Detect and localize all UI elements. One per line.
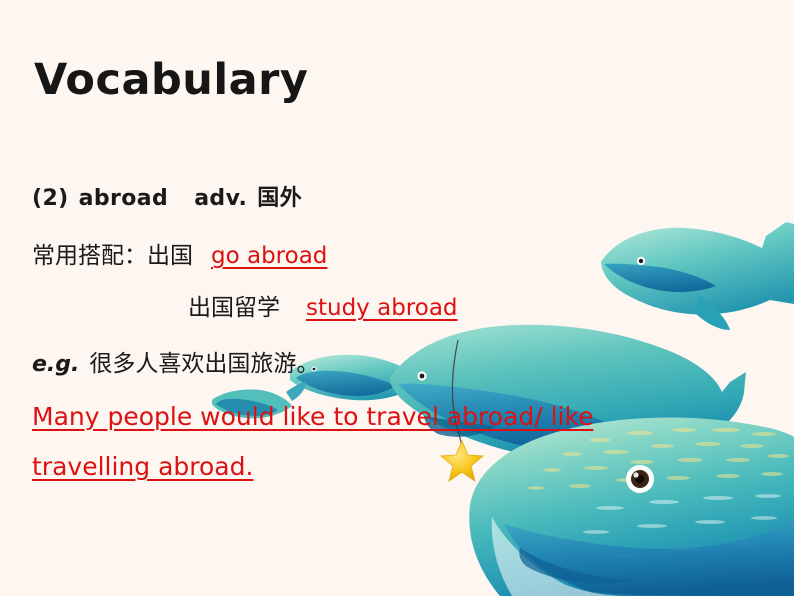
example-english-1: Many people would like to travel abroad/… xyxy=(32,402,594,431)
example-chinese: 很多人喜欢出国旅游。 xyxy=(89,351,320,377)
entry-pos: adv. xyxy=(194,186,248,211)
collocation-line-2: 出国留学 study abroad xyxy=(188,288,458,322)
entry-number: (2) xyxy=(32,186,69,211)
collocation-2-chinese: 出国留学 xyxy=(188,295,280,321)
collocation-1-chinese: 出国 xyxy=(147,243,193,269)
collocation-label: 常用搭配： xyxy=(32,243,147,269)
example-english-line-2: travelling abroad. xyxy=(32,452,253,481)
example-chinese-line: e.g. 很多人喜欢出国旅游。 xyxy=(32,344,319,378)
slide-text-layer: Vocabulary (2) abroad adv. 国外 常用搭配：出国 go abr… xyxy=(0,0,794,596)
page-title: Vocabulary xyxy=(34,55,309,105)
example-english-2: travelling abroad. xyxy=(32,452,254,481)
slide-canvas: Vocabulary (2) abroad adv. 国外 常用搭配：出国 go abr… xyxy=(0,0,794,596)
collocation-1-english: go abroad xyxy=(211,243,328,269)
entry-line: (2) abroad adv. 国外 xyxy=(32,180,302,212)
example-label: e.g. xyxy=(32,352,80,377)
collocation-line-1: 常用搭配：出国 go abroad xyxy=(32,236,327,270)
entry-word: abroad xyxy=(78,186,169,211)
collocation-2-english: study abroad xyxy=(306,295,458,321)
entry-gloss: 国外 xyxy=(257,186,303,211)
example-english-line-1: Many people would like to travel abroad/… xyxy=(32,402,593,431)
